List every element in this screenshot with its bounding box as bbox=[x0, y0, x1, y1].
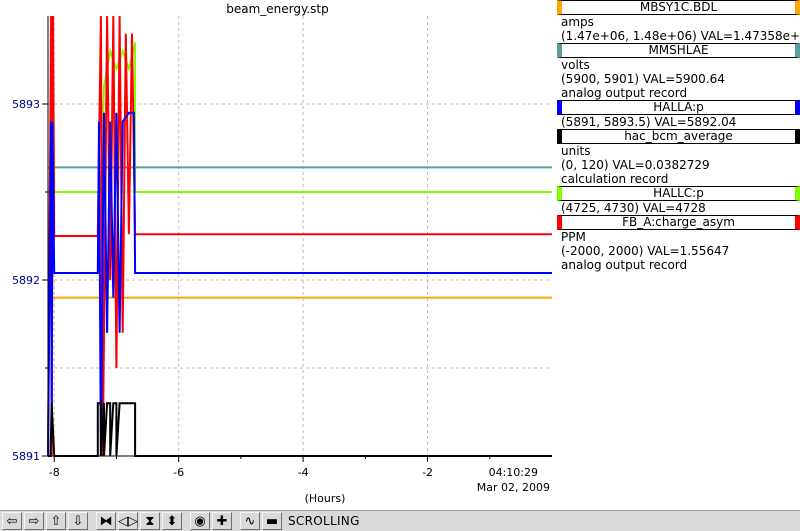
legend-item-detail: (5891, 5893.5) VAL=5892.04 bbox=[561, 115, 737, 129]
zoom-in-y-icon: ⧗ bbox=[145, 513, 155, 529]
zoom-out-x-button[interactable]: ◁▷ bbox=[118, 512, 138, 530]
legend-item-detail: (5900, 5901) VAL=5900.64 bbox=[561, 72, 725, 86]
x-tick-label: -8 bbox=[49, 466, 60, 479]
scroll-up-button[interactable]: ⇧ bbox=[46, 512, 66, 530]
scroll-right-button[interactable]: ⇨ bbox=[24, 512, 44, 530]
legend-item-header[interactable]: hac_bcm_average bbox=[557, 129, 800, 144]
legend-item-detail: analog output record bbox=[561, 86, 688, 100]
scroll-up-icon: ⇧ bbox=[50, 513, 62, 529]
scroll-left-icon: ⇦ bbox=[6, 513, 18, 529]
zoom-in-x-icon: ⧓ bbox=[99, 513, 113, 529]
scroll-right-icon: ⇨ bbox=[28, 513, 40, 529]
legend-item-detail: (-2000, 2000) VAL=1.55647 bbox=[561, 244, 730, 258]
y-tick-label: 5893 bbox=[12, 98, 40, 111]
zoom-in-x-button[interactable]: ⧓ bbox=[96, 512, 116, 530]
legend-item-header[interactable]: HALLA:p bbox=[557, 100, 800, 115]
end-time-label: 04:10:29 bbox=[489, 466, 538, 479]
zoom-in-button[interactable]: ✚ bbox=[212, 512, 232, 530]
zoom-in-y-button[interactable]: ⧗ bbox=[140, 512, 160, 530]
auto-scale-button[interactable]: ◉ bbox=[190, 512, 210, 530]
zoom-out-y-icon: ⬍ bbox=[166, 513, 178, 529]
x-tick-label: -2 bbox=[422, 466, 433, 479]
x-tick-label: -4 bbox=[298, 466, 309, 479]
x-axis-label: (Hours) bbox=[305, 492, 346, 505]
x-tick-label: -6 bbox=[173, 466, 184, 479]
zoom-out-icon: ▬ bbox=[265, 513, 279, 529]
waveform-button[interactable]: ∿ bbox=[240, 512, 260, 530]
scroll-down-icon: ⇩ bbox=[72, 513, 84, 529]
legend-panel: MBSY1C.BDL amps (1.47e+06, 1.48e+06) VAL=1… bbox=[557, 0, 800, 510]
legend-item-detail: PPM bbox=[561, 230, 586, 244]
strip-chart[interactable]: 5891 5892 5893 -8 -6 -4 -2 04:10:29 Mar 02, 2009… bbox=[0, 0, 555, 510]
scroll-down-button[interactable]: ⇩ bbox=[68, 512, 88, 530]
y-tick-label: 5891 bbox=[12, 450, 40, 463]
zoom-out-y-button[interactable]: ⬍ bbox=[162, 512, 182, 530]
zoom-out-x-icon: ◁▷ bbox=[118, 513, 138, 529]
legend-item-detail: (0, 120) VAL=0.0382729 bbox=[561, 158, 710, 172]
legend-item-detail: analog output record bbox=[561, 258, 688, 272]
end-date-label: Mar 02, 2009 bbox=[477, 481, 550, 494]
y-tick-label: 5892 bbox=[12, 274, 40, 287]
series-line bbox=[48, 402, 552, 457]
legend-item-header[interactable]: MMSHLAE bbox=[557, 43, 800, 58]
legend-item-detail: (1.47e+06, 1.48e+06) VAL=1.47358e+06 bbox=[561, 29, 800, 43]
legend-item-detail: units bbox=[561, 144, 591, 158]
legend-item-header[interactable]: FB_A:charge_asym bbox=[557, 215, 800, 230]
legend-item-detail: calculation record bbox=[561, 172, 669, 186]
legend-item-header[interactable]: HALLC:p bbox=[557, 186, 800, 201]
auto-scale-icon: ◉ bbox=[194, 513, 206, 529]
waveform-icon: ∿ bbox=[244, 513, 256, 529]
scroll-mode-label: SCROLLING bbox=[288, 514, 360, 528]
zoom-in-icon: ✚ bbox=[216, 513, 228, 529]
toolbar: ⇦ ⇨ ⇧ ⇩ ⧓ ◁▷ ⧗ ⬍ ◉ ✚ ∿ ▬ SCROLLING bbox=[0, 510, 800, 531]
scroll-left-button[interactable]: ⇦ bbox=[2, 512, 22, 530]
legend-item-detail: (4725, 4730) VAL=4728 bbox=[561, 201, 706, 215]
legend-item-detail: amps bbox=[561, 15, 594, 29]
zoom-out-button[interactable]: ▬ bbox=[262, 512, 282, 530]
legend-item-header[interactable]: MBSY1C.BDL bbox=[557, 0, 800, 15]
series-line bbox=[47, 15, 552, 457]
legend-item-detail: volts bbox=[561, 58, 590, 72]
